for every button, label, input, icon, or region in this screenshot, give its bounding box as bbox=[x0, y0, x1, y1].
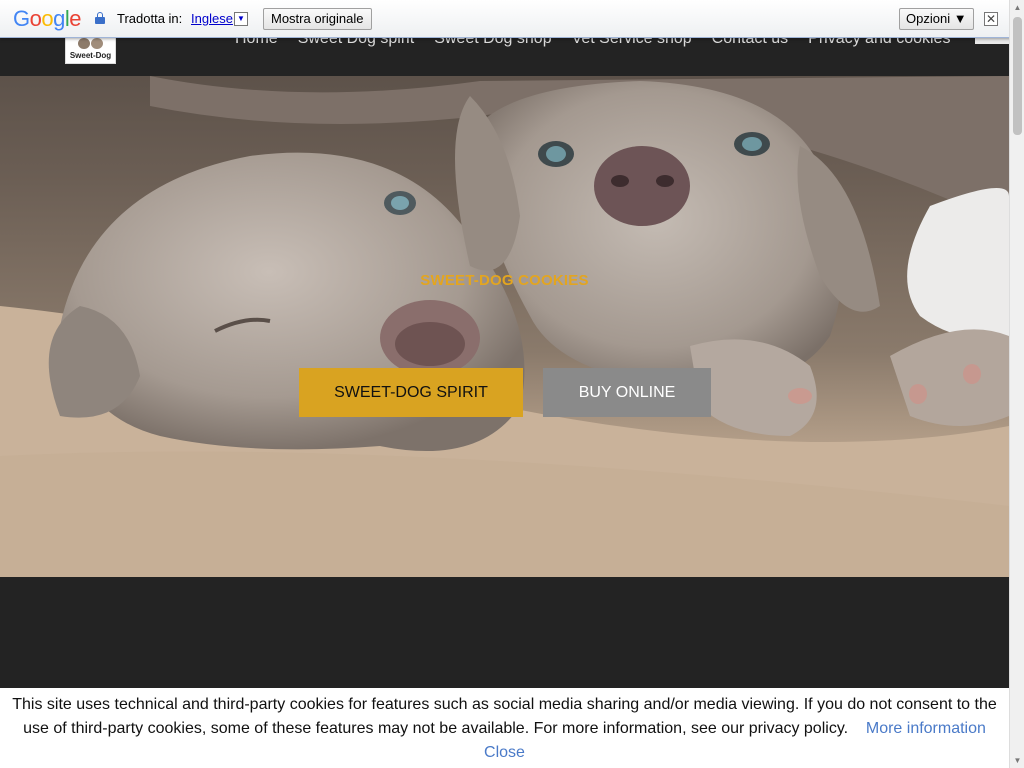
scroll-down-arrow-icon[interactable]: ▼ bbox=[1010, 753, 1024, 768]
site-logo[interactable]: Sweet-Dog bbox=[65, 35, 116, 64]
cookie-message: This site uses technical and third-party… bbox=[12, 696, 997, 737]
scroll-up-arrow-icon[interactable]: ▲ bbox=[1010, 0, 1024, 15]
dropdown-arrow-icon[interactable]: ▼ bbox=[234, 12, 248, 26]
close-icon[interactable]: ✕ bbox=[984, 12, 998, 26]
sweet-dog-spirit-button[interactable]: SWEET-DOG SPIRIT bbox=[299, 368, 523, 417]
show-original-button[interactable]: Mostra originale bbox=[263, 8, 372, 30]
lock-icon bbox=[95, 12, 105, 24]
logo-text: Sweet-Dog bbox=[69, 51, 112, 60]
cookie-banner: This site uses technical and third-party… bbox=[0, 688, 1009, 768]
hero-title: SWEET-DOG COOKIES bbox=[420, 272, 589, 289]
puppies-image bbox=[0, 76, 1009, 577]
content-area bbox=[0, 577, 1009, 688]
google-logo: Google bbox=[13, 6, 82, 31]
cookie-close-link[interactable]: Close bbox=[484, 744, 525, 761]
language-link[interactable]: Inglese bbox=[191, 11, 233, 26]
scroll-thumb[interactable] bbox=[1013, 17, 1022, 135]
logo-dogs-image bbox=[78, 38, 104, 50]
translated-in-label: Tradotta in: bbox=[117, 11, 183, 26]
site-header: Sweet-Dog Home Sweet Dog spirit Sweet Do… bbox=[0, 30, 1009, 76]
translate-bar: Google Tradotta in: Inglese ▼ Mostra ori… bbox=[0, 0, 1024, 38]
page-scrollbar[interactable]: ▲ ▼ bbox=[1009, 0, 1024, 768]
hero-banner: SWEET-DOG COOKIES SWEET-DOG SPIRIT BUY O… bbox=[0, 76, 1009, 577]
options-button[interactable]: Opzioni ▼ bbox=[899, 8, 974, 30]
more-information-link[interactable]: More information bbox=[866, 720, 986, 737]
buy-online-button[interactable]: BUY ONLINE bbox=[543, 368, 711, 417]
menu-toggle[interactable] bbox=[975, 38, 1009, 44]
